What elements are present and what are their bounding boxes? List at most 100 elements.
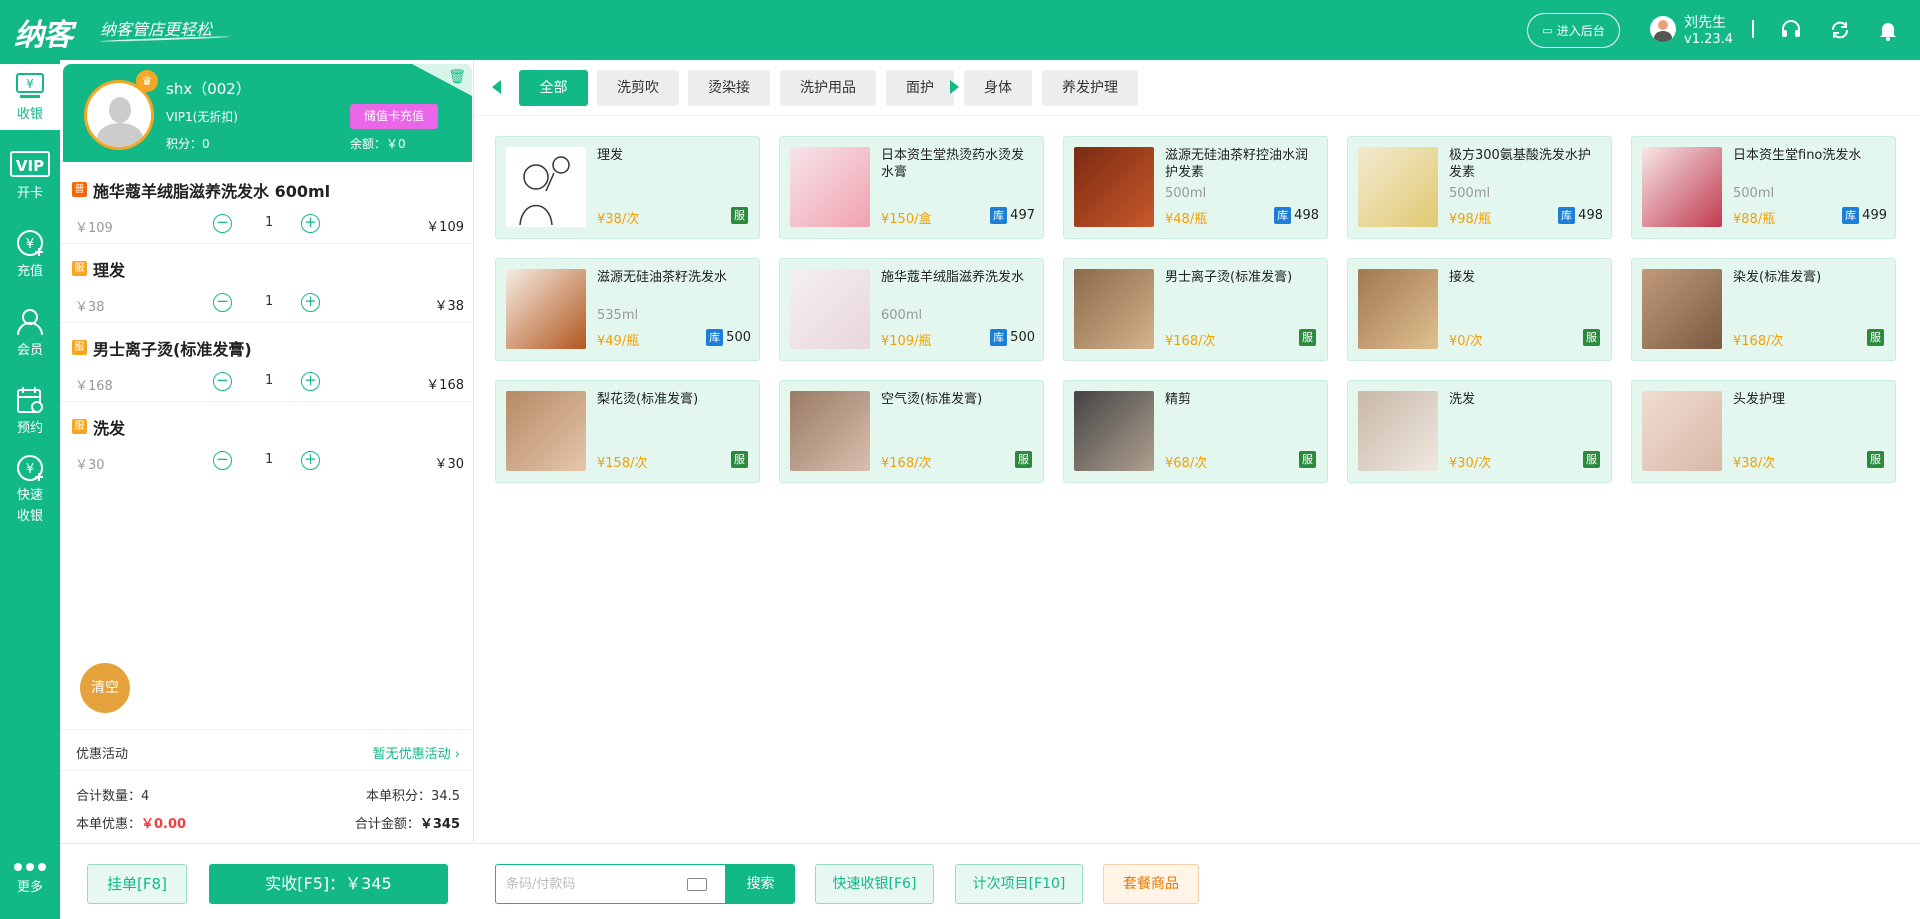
product-card[interactable]: 空气烫(标准发膏) ¥168/次 服 xyxy=(779,380,1044,483)
cart-item: 服 理发 ￥38 − 1 + ￥38 xyxy=(60,244,474,323)
cart-item-qty: 1 xyxy=(265,294,274,309)
monitor-icon: ▭ xyxy=(1542,24,1553,37)
enter-backend-button[interactable]: ▭ 进入后台 xyxy=(1527,13,1620,48)
sidebar-item-appointment[interactable]: 预约 xyxy=(0,385,60,445)
increase-qty-button[interactable]: + xyxy=(301,451,320,470)
product-stock: 服 xyxy=(1583,329,1603,346)
product-price: ¥168/次 xyxy=(881,456,932,471)
quick-cashier-icon: ¥ xyxy=(17,455,43,481)
sidebar-item-more[interactable]: 更多 xyxy=(0,860,60,910)
product-card[interactable]: 滋源无硅油茶籽洗发水 535ml ¥49/瓶 库 500 xyxy=(495,258,760,361)
refresh-icon[interactable] xyxy=(1829,19,1851,41)
product-name: 施华蔻羊绒脂滋养洗发水 xyxy=(881,270,1025,285)
cart-item-title: 施华蔻羊绒脂滋养洗发水 600ml xyxy=(93,182,331,201)
stock-tag: 库 xyxy=(990,207,1008,224)
tab-all[interactable]: 全部 xyxy=(519,70,588,106)
sidebar-item-member[interactable]: 会员 xyxy=(0,307,60,367)
product-card[interactable]: 极方300氨基酸洗发水护发素 500ml ¥98/瓶 库 498 xyxy=(1347,136,1612,239)
trash-icon[interactable]: 🗑 xyxy=(448,69,466,85)
sidebar-item-cashier[interactable]: ¥ 收银 xyxy=(0,64,60,130)
search-button[interactable]: 搜索 xyxy=(726,864,795,904)
stock-count: 498 xyxy=(1578,208,1603,223)
decrease-qty-button[interactable]: − xyxy=(213,372,232,391)
cart-item-qty: 1 xyxy=(265,452,274,467)
tabs-prev-arrow-icon[interactable] xyxy=(492,80,501,94)
product-card[interactable]: 染发(标准发膏) ¥168/次 服 xyxy=(1631,258,1896,361)
product-card[interactable]: 精剪 ¥68/次 服 xyxy=(1063,380,1328,483)
product-card[interactable]: 男士离子烫(标准发膏) ¥168/次 服 xyxy=(1063,258,1328,361)
tab-face-care[interactable]: 面护 xyxy=(886,70,954,106)
product-spec: 600ml xyxy=(881,308,923,323)
increase-qty-button[interactable]: + xyxy=(301,293,320,312)
keyboard-icon[interactable] xyxy=(687,878,707,891)
cart-item: 普 施华蔻羊绒脂滋养洗发水 600ml ￥109 − 1 + ￥109 xyxy=(60,165,474,244)
increase-qty-button[interactable]: + xyxy=(301,372,320,391)
product-name: 滋源无硅油茶籽控油水润护发素 xyxy=(1165,148,1309,180)
headset-icon[interactable] xyxy=(1780,19,1802,41)
quick-cashier-button[interactable]: 快速收银[F6] xyxy=(815,864,934,904)
product-name: 头发护理 xyxy=(1733,392,1786,407)
barcode-input[interactable] xyxy=(506,874,676,894)
product-price: ¥49/瓶 xyxy=(597,334,640,349)
service-tag: 服 xyxy=(1015,451,1032,468)
bell-icon[interactable] xyxy=(1877,19,1899,41)
product-spec: 500ml xyxy=(1733,186,1775,201)
promotion-value[interactable]: 暂无优惠活动 › xyxy=(373,743,460,762)
order-discount: 本单优惠：￥0.00 xyxy=(76,817,187,832)
package-products-button[interactable]: 套餐商品 xyxy=(1103,864,1199,904)
product-image xyxy=(506,391,586,471)
increase-qty-button[interactable]: + xyxy=(301,214,320,233)
cart-item-title: 理发 xyxy=(93,261,126,280)
product-image xyxy=(1074,269,1154,349)
tabs-next-arrow-icon[interactable] xyxy=(950,80,959,94)
product-card[interactable]: 理发 ¥38/次 服 xyxy=(495,136,760,239)
product-card[interactable]: 施华蔻羊绒脂滋养洗发水 600ml ¥109/瓶 库 500 xyxy=(779,258,1044,361)
count-items-button[interactable]: 计次项目[F10] xyxy=(955,864,1083,904)
barcode-field[interactable] xyxy=(495,864,726,904)
tab-perm-dye-extension[interactable]: 烫染接 xyxy=(688,70,770,106)
clear-cart-button[interactable]: 清空 xyxy=(80,663,130,713)
tab-body[interactable]: 身体 xyxy=(964,70,1032,106)
more-dots-icon xyxy=(14,863,46,871)
product-card[interactable]: 梨花烫(标准发膏) ¥158/次 服 xyxy=(495,380,760,483)
product-card[interactable]: 日本资生堂fino洗发水 500ml ¥88/瓶 库 499 xyxy=(1631,136,1896,239)
sidebar-item-recharge[interactable]: ¥ 充值 xyxy=(0,228,60,288)
member-icon xyxy=(17,309,43,336)
tab-hair-care-products[interactable]: 洗护用品 xyxy=(780,70,876,106)
product-card[interactable]: 洗发 ¥30/次 服 xyxy=(1347,380,1612,483)
sidebar-item-quick-cashier[interactable]: ¥ 快速收银 xyxy=(0,453,60,529)
stored-card-recharge-button[interactable]: 储值卡充值 xyxy=(350,104,438,129)
service-tag: 服 xyxy=(1583,329,1600,346)
service-tag: 服 xyxy=(1299,451,1316,468)
pay-button[interactable]: 实收[F5]：￥345 xyxy=(209,864,448,904)
recharge-icon: ¥ xyxy=(17,230,43,256)
sidebar-item-open-card[interactable]: VIP 开卡 xyxy=(0,150,60,210)
hang-order-button[interactable]: 挂单[F8] xyxy=(87,864,187,904)
product-image xyxy=(790,391,870,471)
service-tag: 服 xyxy=(731,207,748,224)
svg-text:VIP: VIP xyxy=(16,157,44,175)
total-amount: 合计金额：￥345 xyxy=(354,817,460,832)
product-card[interactable]: 日本资生堂热烫药水烫发水膏 ¥150/盒 库 497 xyxy=(779,136,1044,239)
decrease-qty-button[interactable]: − xyxy=(213,293,232,312)
vip-card-icon: VIP xyxy=(10,151,50,177)
cart-item-unit-price: ￥168 xyxy=(75,379,113,394)
cart-item-total: ￥168 xyxy=(426,378,464,393)
product-card[interactable]: 滋源无硅油茶籽控油水润护发素 500ml ¥48/瓶 库 498 xyxy=(1063,136,1328,239)
product-card[interactable]: 接发 ¥0/次 服 xyxy=(1347,258,1612,361)
product-stock: 服 xyxy=(1299,451,1319,468)
decrease-qty-button[interactable]: − xyxy=(213,451,232,470)
service-badge: 服 xyxy=(72,340,87,355)
category-tabs: 全部 洗剪吹 烫染接 洗护用品 面护 身体 养发护理 xyxy=(475,60,1920,116)
product-card[interactable]: 头发护理 ¥38/次 服 xyxy=(1631,380,1896,483)
member-name: shx（002） xyxy=(166,80,251,98)
tab-hair-nourishing[interactable]: 养发护理 xyxy=(1042,70,1138,106)
decrease-qty-button[interactable]: − xyxy=(213,214,232,233)
product-stock: 库 497 xyxy=(990,207,1035,224)
top-bar: 纳客 纳客管店更轻松 ▭ 进入后台 刘先生 v1.23.4 xyxy=(0,0,1920,60)
product-price: ¥30/次 xyxy=(1449,456,1492,471)
promotion-row[interactable]: 优惠活动 暂无优惠活动 › xyxy=(60,729,474,771)
stock-tag: 库 xyxy=(990,329,1008,346)
tab-wash-cut-blow[interactable]: 洗剪吹 xyxy=(597,70,679,106)
user-avatar[interactable] xyxy=(1650,16,1676,42)
